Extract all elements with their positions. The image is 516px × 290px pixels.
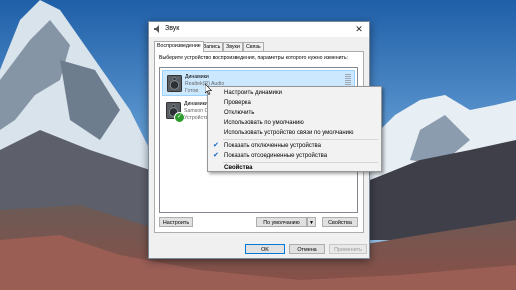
menu-item-test[interactable]: Проверка <box>209 98 380 108</box>
menu-item-properties[interactable]: Свойства <box>209 163 380 173</box>
tab-playback[interactable]: Воспроизведение <box>154 41 204 52</box>
menu-item-label: Использовать устройство связи по умолчан… <box>224 130 354 136</box>
menu-item-disable[interactable]: Отключить <box>209 108 380 118</box>
device-name: Динамики <box>185 74 209 80</box>
menu-item-label: Показать отсоединенные устройства <box>224 153 328 159</box>
menu-item-label: Отключить <box>224 110 255 116</box>
device-driver: Samson C <box>184 108 209 114</box>
menu-item-show-disabled[interactable]: ✔ Показать отключенные устройства <box>209 141 380 151</box>
set-default-dropdown-arrow[interactable]: ▼ <box>307 217 316 227</box>
instruction-text: Выберите устройство воспроизведения, пар… <box>159 55 348 61</box>
menu-item-set-default-communication[interactable]: Использовать устройство связи по умолчан… <box>209 128 380 138</box>
context-menu: Настроить динамики Проверка Отключить Ис… <box>207 86 382 172</box>
device-status: Готов <box>185 88 199 94</box>
cancel-button[interactable]: Отмена <box>289 244 325 254</box>
ok-button[interactable]: OK <box>245 244 285 254</box>
title-bar[interactable]: Звук ✕ <box>149 22 369 37</box>
configure-button[interactable]: Настроить <box>159 217 193 227</box>
speaker-icon <box>167 75 182 92</box>
menu-item-label: Свойства <box>224 165 253 171</box>
set-default-button[interactable]: По умолчанию <box>256 217 307 227</box>
menu-item-set-default[interactable]: Использовать по умолчанию <box>209 118 380 128</box>
menu-separator <box>223 139 378 140</box>
menu-item-label: Показать отключенные устройства <box>224 143 322 149</box>
mouse-cursor-icon <box>205 84 213 95</box>
device-name: Динамики <box>184 101 208 107</box>
menu-item-label: Настроить динамики <box>224 90 282 96</box>
close-button[interactable]: ✕ <box>353 23 365 35</box>
checkmark-icon: ✔ <box>213 152 219 159</box>
device-status: Устройств <box>184 115 209 121</box>
speaker-icon <box>154 25 159 33</box>
menu-item-label: Проверка <box>224 100 251 106</box>
menu-item-label: Использовать по умолчанию <box>224 120 304 126</box>
checkmark-icon: ✔ <box>213 142 219 149</box>
window-title: Звук <box>165 25 180 32</box>
menu-item-show-disconnected[interactable]: ✔ Показать отсоединенные устройства <box>209 151 380 161</box>
apply-button[interactable]: Применить <box>329 244 367 254</box>
menu-item-configure-speakers[interactable]: Настроить динамики <box>209 88 380 98</box>
properties-button[interactable]: Свойства <box>322 217 358 227</box>
